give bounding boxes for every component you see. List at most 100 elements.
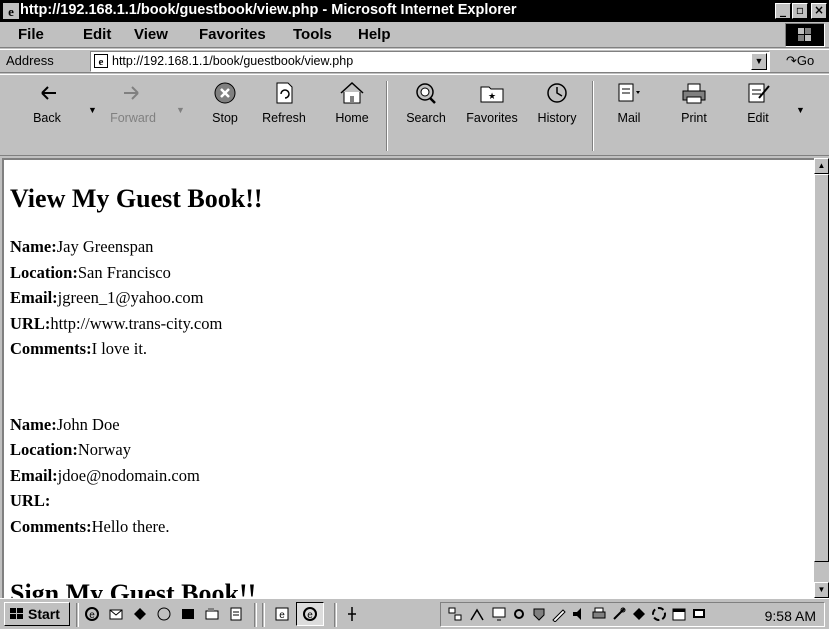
volume-slider-icon[interactable]: [344, 606, 360, 622]
svg-text:e: e: [279, 610, 285, 621]
forward-arrow-icon: [124, 86, 139, 100]
email-label: Email:: [10, 465, 58, 485]
minimize-icon[interactable]: _: [775, 3, 791, 19]
back-dropdown-icon[interactable]: ▼: [88, 105, 97, 115]
entry-email-row: Email:jgreen_1@yahoo.com: [10, 285, 263, 311]
stop-button[interactable]: Stop: [203, 81, 247, 151]
scroll-down-icon[interactable]: ▼: [814, 582, 829, 598]
toolbar-separator: [592, 81, 594, 151]
svg-text:e: e: [99, 56, 104, 68]
edit-icon: [748, 83, 770, 103]
history-label: History: [537, 111, 577, 125]
windows-logo-throbber: [785, 23, 825, 47]
stop-label: Stop: [212, 111, 238, 125]
back-button[interactable]: Back: [28, 81, 66, 151]
refresh-button[interactable]: Refresh: [256, 81, 312, 151]
ie-quicklaunch-icon[interactable]: e: [84, 606, 100, 622]
guestbook-page: View My Guest Book!! Name:Jay Greenspan …: [10, 184, 263, 598]
entry-location: San Francisco: [77, 262, 171, 282]
network-icon[interactable]: [447, 606, 463, 622]
svg-text:★: ★: [488, 91, 496, 101]
favorites-button[interactable]: ★ Favorites: [461, 81, 523, 151]
page-viewport[interactable]: View My Guest Book!! Name:Jay Greenspan …: [2, 158, 814, 598]
page-icon: e: [94, 54, 108, 68]
location-label: Location:: [10, 440, 78, 459]
channel-icon[interactable]: [631, 606, 647, 622]
taskbar-clock[interactable]: 9:58 AM: [765, 608, 816, 624]
history-button[interactable]: History: [532, 81, 582, 151]
chevron-down-icon[interactable]: ▼: [751, 53, 767, 70]
menu-favorites[interactable]: Favorites: [199, 26, 266, 43]
entry-email: jdoe@nodomain.com: [57, 465, 200, 485]
show-desktop-icon[interactable]: [180, 606, 196, 622]
entry-comments-row: Comments:I love it.: [10, 336, 263, 362]
notepad-quicklaunch-icon[interactable]: [228, 606, 244, 622]
go-label: Go: [796, 53, 815, 68]
entry-location-row: Location:San Francisco: [10, 260, 263, 286]
maximize-icon[interactable]: ▫: [792, 3, 808, 19]
forward-dropdown-icon[interactable]: ▼: [176, 105, 185, 115]
print-label: Print: [681, 111, 707, 125]
outlook-quicklaunch-icon[interactable]: [108, 606, 124, 622]
entry-location: Norway: [77, 440, 131, 459]
vertical-scrollbar[interactable]: ▲ ▼: [814, 158, 829, 598]
entry-url-row: URL:http://www.trans-city.com: [10, 311, 263, 337]
edit-button[interactable]: Edit: [738, 81, 778, 151]
svg-text:e: e: [89, 610, 95, 621]
mail-button[interactable]: Mail: [604, 81, 654, 151]
recycle-icon[interactable]: [651, 606, 667, 622]
pen-icon[interactable]: [551, 606, 567, 622]
title-bar[interactable]: e http://192.168.1.1/book/guestbook/view…: [0, 0, 829, 22]
home-button[interactable]: Home: [330, 81, 374, 151]
page-heading: View My Guest Book!!: [10, 184, 263, 213]
monitor-icon[interactable]: [491, 606, 507, 622]
url-label: URL:: [10, 313, 51, 333]
scheduler-icon[interactable]: [671, 606, 687, 622]
address-input[interactable]: e http://192.168.1.1/book/guestbook/view…: [90, 51, 770, 72]
entry-name: John Doe: [56, 414, 120, 434]
menu-view[interactable]: View: [134, 26, 168, 43]
taskbar-ie-window-button[interactable]: e: [296, 602, 324, 626]
speaker-icon[interactable]: [571, 606, 587, 622]
home-icon: [340, 81, 364, 104]
channels-quicklaunch-icon[interactable]: [132, 606, 148, 622]
scroll-up-icon[interactable]: ▲: [814, 158, 829, 174]
favorites-icon: ★: [480, 86, 504, 103]
status-icon[interactable]: [511, 606, 527, 622]
shield-icon[interactable]: [531, 606, 547, 622]
start-button[interactable]: Start: [4, 602, 70, 626]
favorites-label: Favorites: [466, 111, 518, 125]
ie-icon: e: [3, 3, 19, 19]
connection-icon[interactable]: [469, 606, 485, 622]
location-label: Location:: [10, 262, 78, 282]
printer-tray-icon[interactable]: [591, 606, 607, 622]
comments-label: Comments:: [10, 516, 92, 536]
search-button[interactable]: Search: [398, 81, 454, 151]
home-label: Home: [335, 111, 369, 125]
windows-flag-icon: [798, 28, 811, 41]
forward-button[interactable]: Forward: [106, 81, 160, 151]
entry-url: http://www.trans-city.com: [50, 313, 223, 333]
search-icon: [416, 83, 436, 104]
close-icon[interactable]: ×: [811, 3, 827, 19]
print-button[interactable]: Print: [672, 81, 716, 151]
menu-file[interactable]: File: [18, 26, 44, 43]
edit-dropdown-icon[interactable]: ▼: [796, 105, 805, 115]
browser-window: e http://192.168.1.1/book/guestbook/view…: [0, 0, 829, 629]
entry-comments-row: Comments:Hello there.: [10, 514, 263, 540]
go-button[interactable]: ↷Go: [786, 53, 814, 69]
refresh-icon: [276, 82, 293, 104]
scroll-thumb[interactable]: [814, 174, 829, 562]
desktop-quicklaunch-icon[interactable]: [156, 606, 172, 622]
menu-edit[interactable]: Edit: [83, 26, 111, 43]
taskbar-app-icon[interactable]: e: [274, 606, 290, 622]
taskbar-separator: [254, 603, 257, 627]
menu-tools[interactable]: Tools: [293, 26, 332, 43]
explorer-quicklaunch-icon[interactable]: [204, 606, 220, 622]
forward-label: Forward: [110, 111, 156, 125]
menu-help[interactable]: Help: [358, 26, 391, 43]
tools-icon[interactable]: [611, 606, 627, 622]
standard-toolbar: Back ▼ Forward ▼ Stop Refresh Home Searc…: [0, 74, 829, 156]
toolbar-separator: [386, 81, 388, 151]
display-icon[interactable]: [691, 606, 707, 622]
